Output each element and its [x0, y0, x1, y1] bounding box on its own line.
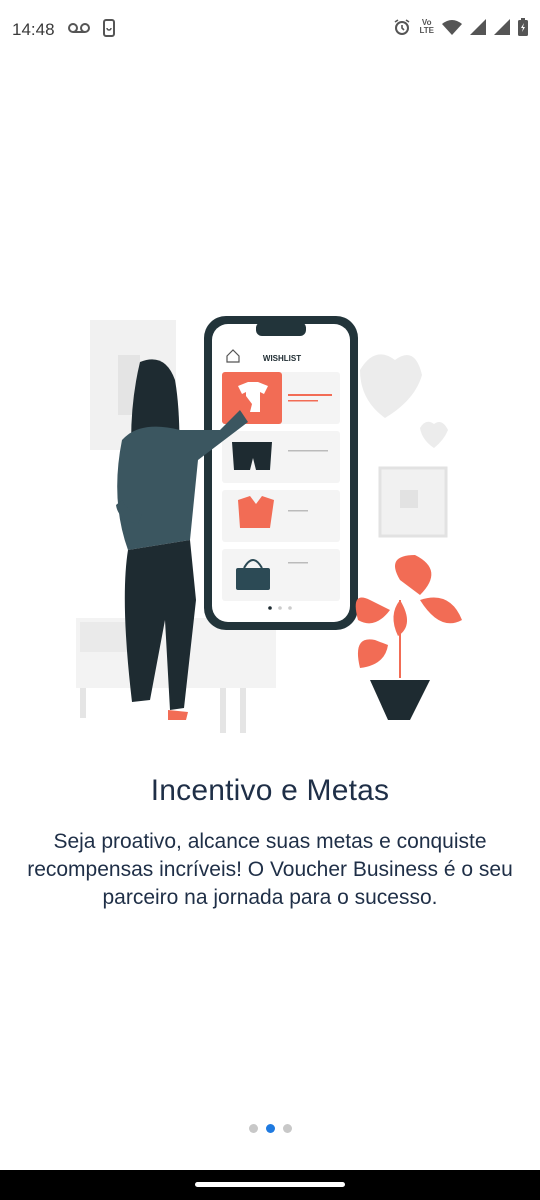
status-right-icons: Vo LTE	[393, 18, 528, 36]
status-left-icons	[68, 19, 116, 37]
page-indicator	[0, 1124, 540, 1133]
voicemail-icon	[68, 23, 90, 33]
page-dot-3[interactable]	[282, 1124, 292, 1133]
phone-mockup: WISHLIST	[204, 316, 358, 630]
home-gesture-handle[interactable]	[195, 1182, 345, 1187]
volte-indicator: Vo LTE	[419, 19, 434, 35]
status-time: 14:48	[12, 20, 55, 39]
wishlist-label: WISHLIST	[263, 354, 301, 363]
onboarding-illustration: WISHLIST	[76, 316, 462, 733]
page-dot-1[interactable]	[248, 1124, 258, 1133]
status-bar: 14:48 Vo LTE	[0, 0, 540, 60]
battery-icon	[518, 18, 528, 36]
phone-sync-icon	[103, 19, 115, 37]
plant-decoration	[355, 555, 462, 720]
alarm-icon	[395, 19, 410, 35]
signal-icon	[470, 19, 486, 35]
page-dot-2-active[interactable]	[265, 1124, 275, 1133]
onboarding-description: Seja proativo, alcance suas metas e conq…	[27, 830, 513, 909]
system-navigation-bar	[0, 1170, 540, 1200]
signal-icon-secondary	[494, 19, 510, 35]
volte-label-bottom: LTE	[419, 26, 434, 35]
onboarding-title: Incentivo e Metas	[150, 774, 390, 807]
wifi-icon	[442, 20, 462, 35]
